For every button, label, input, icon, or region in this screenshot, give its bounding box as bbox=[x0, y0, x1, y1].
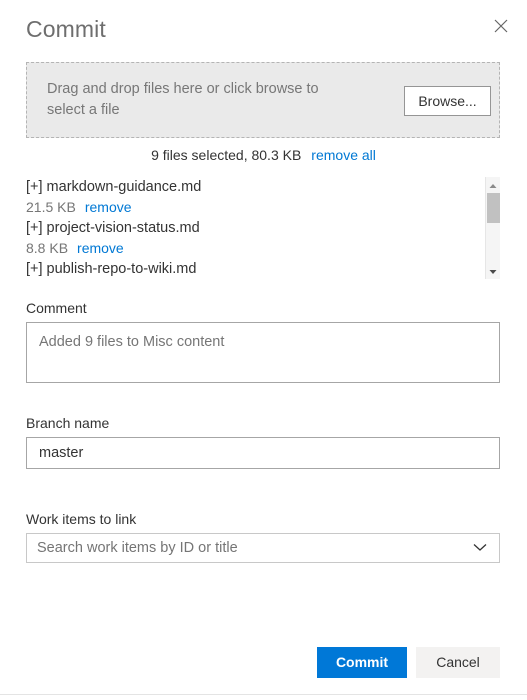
work-items-label: Work items to link bbox=[26, 511, 137, 527]
branch-name-input[interactable] bbox=[26, 437, 500, 469]
dropzone-instructions: Drag and drop files here or click browse… bbox=[47, 81, 319, 118]
work-items-combobox[interactable] bbox=[26, 533, 500, 563]
comment-label: Comment bbox=[26, 300, 87, 316]
file-name: [+] markdown-guidance.md bbox=[26, 179, 202, 195]
file-meta: 21.5 KB remove bbox=[26, 197, 482, 218]
file-size: 8.8 KB bbox=[26, 240, 69, 256]
file-list-container: [+] markdown-guidance.md 21.5 KB remove [… bbox=[22, 177, 500, 279]
cancel-button[interactable]: Cancel bbox=[416, 647, 500, 678]
file-list-scrollbar[interactable] bbox=[485, 177, 500, 279]
browse-button[interactable]: Browse... bbox=[404, 86, 491, 116]
file-name: [+] publish-repo-to-wiki.md bbox=[26, 261, 197, 277]
dialog-header: Commit bbox=[0, 0, 527, 56]
comment-input[interactable] bbox=[26, 322, 500, 383]
file-name: [+] project-vision-status.md bbox=[26, 220, 200, 236]
close-icon bbox=[494, 19, 508, 33]
file-meta: 8.8 KB remove bbox=[26, 238, 482, 259]
branch-name-label: Branch name bbox=[26, 415, 110, 431]
work-items-dropdown-toggle[interactable] bbox=[467, 534, 493, 562]
commit-button[interactable]: Commit bbox=[317, 647, 407, 678]
file-dropzone[interactable]: Drag and drop files here or click browse… bbox=[26, 62, 500, 138]
file-size: 21.5 KB bbox=[26, 199, 76, 215]
list-item: [+] project-vision-status.md 8.8 KB remov… bbox=[22, 218, 482, 259]
list-item: [+] markdown-guidance.md 21.5 KB remove bbox=[22, 177, 482, 218]
scrollbar-thumb[interactable] bbox=[487, 193, 500, 223]
chevron-down-icon bbox=[473, 539, 487, 557]
scroll-down-button[interactable] bbox=[486, 264, 500, 278]
close-button[interactable] bbox=[487, 12, 515, 40]
scroll-up-button[interactable] bbox=[486, 178, 500, 192]
file-remove-link[interactable]: remove bbox=[77, 240, 124, 256]
caret-up-icon bbox=[489, 177, 497, 194]
commit-dialog: Commit Drag and drop files here or click… bbox=[0, 0, 527, 700]
selection-summary-text: 9 files selected, 80.3 KB bbox=[151, 147, 302, 163]
remove-all-link[interactable]: remove all bbox=[311, 147, 376, 163]
selection-summary: 9 files selected, 80.3 KB remove all bbox=[0, 147, 527, 163]
file-list[interactable]: [+] markdown-guidance.md 21.5 KB remove [… bbox=[22, 177, 482, 279]
caret-down-icon bbox=[489, 262, 497, 279]
footer-divider bbox=[0, 694, 527, 695]
file-remove-link[interactable]: remove bbox=[85, 199, 132, 215]
page-title: Commit bbox=[26, 16, 106, 42]
work-items-search-input[interactable] bbox=[27, 534, 467, 562]
list-item: [+] publish-repo-to-wiki.md bbox=[22, 259, 482, 279]
